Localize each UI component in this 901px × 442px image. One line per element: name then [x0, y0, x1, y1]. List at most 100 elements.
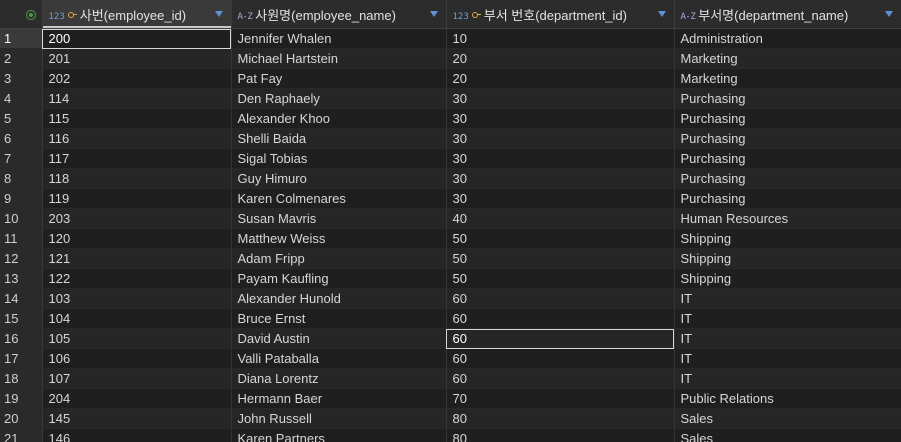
results-grid[interactable]: 123 사번(employee_id) A-Z 사원명(employee_name)… — [0, 0, 901, 442]
cell-department-name[interactable]: Public Relations — [674, 388, 901, 409]
cell-employee-name[interactable]: Bruce Ernst — [231, 308, 447, 329]
cell-employee-name[interactable]: Den Raphaely — [231, 88, 447, 109]
cell-department-name[interactable]: Shipping — [674, 228, 901, 249]
cell-employee-id[interactable]: 114 — [42, 88, 232, 109]
cell-department-name[interactable]: IT — [674, 328, 901, 349]
cell-employee-id[interactable]: 146 — [42, 428, 232, 442]
row-number[interactable]: 20 — [0, 408, 43, 429]
table-row[interactable]: 14 103 Alexander Hunold 60 IT — [0, 288, 901, 309]
cell-employee-name[interactable]: Jennifer Whalen — [231, 28, 447, 49]
column-header-department-name[interactable]: A-Z 부서명(department_name) — [674, 0, 901, 29]
table-row[interactable]: 12 121 Adam Fripp 50 Shipping — [0, 248, 901, 269]
table-row[interactable]: 5 115 Alexander Khoo 30 Purchasing — [0, 108, 901, 129]
cell-employee-name[interactable]: Adam Fripp — [231, 248, 447, 269]
cell-department-id[interactable]: 60 — [446, 368, 675, 389]
cell-employee-id[interactable]: 103 — [42, 288, 232, 309]
cell-employee-id[interactable]: 200 — [42, 28, 232, 49]
cell-employee-name[interactable]: Karen Colmenares — [231, 188, 447, 209]
sort-down-icon[interactable] — [657, 11, 666, 17]
cell-department-id[interactable]: 80 — [446, 428, 675, 442]
table-row[interactable]: 18 107 Diana Lorentz 60 IT — [0, 368, 901, 389]
cell-employee-name[interactable]: Pat Fay — [231, 68, 447, 89]
cell-department-id[interactable]: 50 — [446, 248, 675, 269]
cell-department-name[interactable]: IT — [674, 348, 901, 369]
cell-department-id[interactable]: 30 — [446, 168, 675, 189]
select-all-corner[interactable] — [0, 0, 43, 29]
row-number[interactable]: 21 — [0, 428, 43, 442]
cell-employee-name[interactable]: David Austin — [231, 328, 447, 349]
cell-employee-id[interactable]: 118 — [42, 168, 232, 189]
cell-department-id[interactable]: 30 — [446, 148, 675, 169]
sort-down-icon[interactable] — [884, 11, 893, 17]
cell-employee-id[interactable]: 204 — [42, 388, 232, 409]
sort-down-icon[interactable] — [214, 11, 223, 17]
row-number[interactable]: 13 — [0, 268, 43, 289]
table-row[interactable]: 10 203 Susan Mavris 40 Human Resources — [0, 208, 901, 229]
row-number[interactable]: 9 — [0, 188, 43, 209]
table-row[interactable]: 1 200 Jennifer Whalen 10 Administration — [0, 28, 901, 49]
table-row[interactable]: 4 114 Den Raphaely 30 Purchasing — [0, 88, 901, 109]
cell-department-name[interactable]: Sales — [674, 428, 901, 442]
sort-down-icon[interactable] — [429, 11, 438, 17]
cell-employee-name[interactable]: Michael Hartstein — [231, 48, 447, 69]
cell-employee-id[interactable]: 120 — [42, 228, 232, 249]
table-row[interactable]: 17 106 Valli Pataballa 60 IT — [0, 348, 901, 369]
row-number[interactable]: 11 — [0, 228, 43, 249]
cell-department-id[interactable]: 60 — [446, 348, 675, 369]
cell-employee-name[interactable]: John Russell — [231, 408, 447, 429]
cell-department-name[interactable]: Purchasing — [674, 148, 901, 169]
table-row[interactable]: 13 122 Payam Kaufling 50 Shipping — [0, 268, 901, 289]
cell-department-name[interactable]: Purchasing — [674, 88, 901, 109]
table-row[interactable]: 20 145 John Russell 80 Sales — [0, 408, 901, 429]
cell-department-id[interactable]: 10 — [446, 28, 675, 49]
row-number[interactable]: 16 — [0, 328, 43, 349]
cell-department-id[interactable]: 30 — [446, 88, 675, 109]
row-number[interactable]: 4 — [0, 88, 43, 109]
table-row[interactable]: 19 204 Hermann Baer 70 Public Relations — [0, 388, 901, 409]
column-header-employee-id[interactable]: 123 사번(employee_id) — [42, 0, 232, 29]
cell-employee-id[interactable]: 122 — [42, 268, 232, 289]
cell-employee-name[interactable]: Alexander Khoo — [231, 108, 447, 129]
cell-employee-id[interactable]: 104 — [42, 308, 232, 329]
cell-employee-id[interactable]: 119 — [42, 188, 232, 209]
column-header-department-id[interactable]: 123 부서 번호(department_id) — [446, 0, 675, 29]
row-number[interactable]: 10 — [0, 208, 43, 229]
cell-department-name[interactable]: Marketing — [674, 48, 901, 69]
cell-employee-name[interactable]: Payam Kaufling — [231, 268, 447, 289]
cell-department-name[interactable]: Purchasing — [674, 108, 901, 129]
cell-department-id[interactable]: 60 — [446, 308, 675, 329]
table-row[interactable]: 3 202 Pat Fay 20 Marketing — [0, 68, 901, 89]
cell-department-id[interactable]: 20 — [446, 68, 675, 89]
cell-department-name[interactable]: Marketing — [674, 68, 901, 89]
cell-employee-id[interactable]: 203 — [42, 208, 232, 229]
cell-employee-id[interactable]: 121 — [42, 248, 232, 269]
row-number[interactable]: 1 — [0, 28, 43, 49]
column-header-employee-name[interactable]: A-Z 사원명(employee_name) — [231, 0, 447, 29]
cell-employee-id[interactable]: 202 — [42, 68, 232, 89]
row-number[interactable]: 19 — [0, 388, 43, 409]
table-row[interactable]: 9 119 Karen Colmenares 30 Purchasing — [0, 188, 901, 209]
cell-department-id[interactable]: 80 — [446, 408, 675, 429]
cell-employee-id[interactable]: 115 — [42, 108, 232, 129]
cell-department-name[interactable]: Shipping — [674, 268, 901, 289]
cell-employee-id[interactable]: 116 — [42, 128, 232, 149]
table-row[interactable]: 21 146 Karen Partners 80 Sales — [0, 428, 901, 442]
cell-employee-name[interactable]: Sigal Tobias — [231, 148, 447, 169]
cell-employee-id[interactable]: 105 — [42, 328, 232, 349]
cell-employee-name[interactable]: Susan Mavris — [231, 208, 447, 229]
cell-department-name[interactable]: Shipping — [674, 248, 901, 269]
row-number[interactable]: 12 — [0, 248, 43, 269]
cell-department-name[interactable]: IT — [674, 308, 901, 329]
cell-department-id[interactable]: 40 — [446, 208, 675, 229]
cell-employee-id[interactable]: 117 — [42, 148, 232, 169]
cell-department-id[interactable]: 20 — [446, 48, 675, 69]
row-number[interactable]: 3 — [0, 68, 43, 89]
cell-employee-name[interactable]: Karen Partners — [231, 428, 447, 442]
cell-department-name[interactable]: Purchasing — [674, 168, 901, 189]
cell-department-id[interactable]: 50 — [446, 268, 675, 289]
table-row[interactable]: 11 120 Matthew Weiss 50 Shipping — [0, 228, 901, 249]
cell-employee-name[interactable]: Alexander Hunold — [231, 288, 447, 309]
table-row[interactable]: 6 116 Shelli Baida 30 Purchasing — [0, 128, 901, 149]
table-row[interactable]: 7 117 Sigal Tobias 30 Purchasing — [0, 148, 901, 169]
cell-department-name[interactable]: Administration — [674, 28, 901, 49]
